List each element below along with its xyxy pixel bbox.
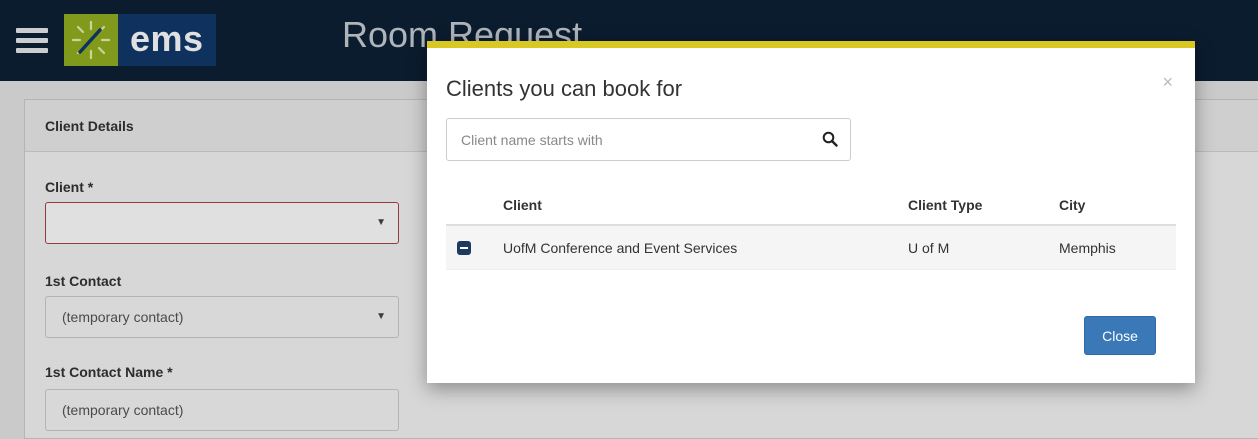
- table-row[interactable]: UofM Conference and Event Services U of …: [446, 226, 1176, 270]
- client-search: [446, 118, 851, 161]
- cell-city: Memphis: [1059, 240, 1116, 256]
- modal-title: Clients you can book for: [446, 76, 683, 101]
- close-icon[interactable]: ×: [1162, 72, 1173, 93]
- row-action-cell: [446, 226, 503, 269]
- clients-table: Client Client Type City UofM Conference …: [446, 184, 1176, 270]
- cell-client-type: U of M: [908, 240, 950, 256]
- column-header-client: Client: [503, 197, 542, 213]
- cell-client: UofM Conference and Event Services: [503, 240, 738, 256]
- column-header-city: City: [1059, 197, 1086, 213]
- close-button[interactable]: Close: [1084, 316, 1156, 355]
- header-icon-column: [446, 184, 503, 224]
- client-search-input[interactable]: [447, 119, 807, 160]
- remove-minus-icon[interactable]: [457, 241, 471, 255]
- clients-modal: Clients you can book for × Client Client…: [427, 41, 1195, 383]
- table-header: Client Client Type City: [446, 184, 1176, 226]
- column-header-client-type: Client Type: [908, 197, 983, 213]
- search-icon[interactable]: [822, 131, 838, 147]
